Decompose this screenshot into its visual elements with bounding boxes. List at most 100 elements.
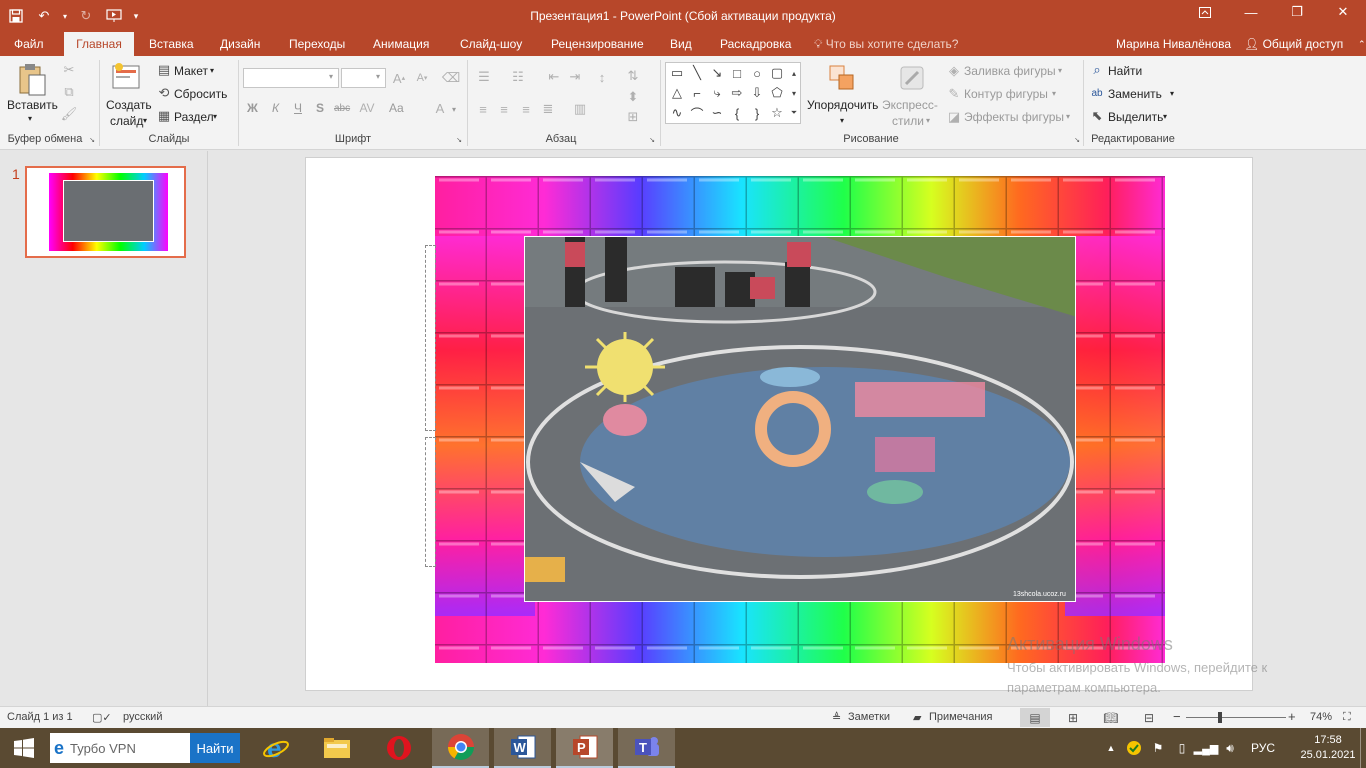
slideshow-view-icon[interactable]: ⊟ bbox=[1134, 708, 1164, 727]
align-right-icon[interactable]: ≡ bbox=[517, 101, 535, 117]
redo-icon[interactable]: ↻ bbox=[74, 4, 98, 28]
zoom-out-icon[interactable]: − bbox=[1173, 709, 1181, 724]
customize-qat-icon[interactable]: ▾ bbox=[130, 4, 142, 28]
spellcheck-icon[interactable]: ▢✓ bbox=[92, 711, 112, 724]
paste-label[interactable]: Вставить bbox=[7, 98, 58, 112]
zoom-slider-thumb[interactable] bbox=[1218, 712, 1222, 723]
tab-file[interactable]: Файл bbox=[4, 32, 54, 56]
tab-storyboard[interactable]: Раскадровка bbox=[710, 32, 801, 56]
file-explorer-icon[interactable] bbox=[308, 728, 365, 768]
ribbon-display-options-icon[interactable] bbox=[1182, 0, 1228, 24]
replace-button[interactable]: Заменить bbox=[1108, 87, 1162, 101]
paste-icon[interactable] bbox=[14, 62, 50, 98]
show-hidden-icons-icon[interactable]: ▲ bbox=[1104, 728, 1118, 768]
shapes-more-icon[interactable]: ⏷ bbox=[788, 105, 800, 121]
character-spacing-icon[interactable]: AV bbox=[356, 99, 378, 117]
replace-dropdown-icon[interactable]: ▾ bbox=[1170, 89, 1174, 98]
align-text-icon[interactable]: ⬍ bbox=[624, 88, 642, 106]
zoom-level[interactable]: 74% bbox=[1310, 711, 1332, 723]
line-shape-icon[interactable]: ╲ bbox=[688, 65, 706, 81]
paragraph-launcher-icon[interactable]: ↘ bbox=[648, 136, 656, 144]
increase-indent-icon[interactable]: ⇥ bbox=[566, 69, 584, 85]
shapes-scroll-down-icon[interactable]: ▾ bbox=[788, 85, 800, 101]
clipboard-launcher-icon[interactable]: ↘ bbox=[88, 136, 96, 144]
curve-shape-icon[interactable]: ∽ bbox=[708, 105, 726, 121]
collapse-ribbon-icon[interactable]: ⌃ bbox=[1348, 32, 1366, 56]
decrease-indent-icon[interactable]: ⇤ bbox=[545, 69, 563, 85]
select-button[interactable]: Выделить bbox=[1108, 110, 1163, 124]
chalk-drawing-photo[interactable]: 13shcola.ucoz.ru bbox=[524, 236, 1076, 602]
italic-button[interactable]: К bbox=[272, 101, 279, 115]
textbox-shape-icon[interactable]: ▭ bbox=[668, 65, 686, 81]
elbow-connector-shape-icon[interactable]: ⌐ bbox=[688, 85, 706, 101]
zoom-slider-track[interactable] bbox=[1186, 717, 1286, 718]
rectangle-shape-icon[interactable]: □ bbox=[728, 65, 746, 81]
teams-app-icon[interactable]: T bbox=[618, 728, 675, 768]
font-size-dropdown-icon[interactable]: ▾ bbox=[376, 72, 380, 81]
align-center-icon[interactable]: ≡ bbox=[495, 101, 513, 117]
fit-slide-icon[interactable]: ⛶ bbox=[1343, 711, 1351, 724]
save-icon[interactable] bbox=[4, 4, 28, 28]
oval-shape-icon[interactable]: ○ bbox=[748, 65, 766, 81]
comments-icon[interactable]: ▰ bbox=[913, 711, 921, 724]
tab-design[interactable]: Дизайн bbox=[210, 32, 270, 56]
slide-sorter-view-icon[interactable]: ⊞ bbox=[1058, 708, 1088, 727]
left-brace-shape-icon[interactable]: { bbox=[728, 105, 746, 121]
internet-explorer-icon[interactable]: e bbox=[247, 728, 304, 768]
vpn-tray-icon[interactable] bbox=[1124, 728, 1144, 768]
content-placeholder-border[interactable] bbox=[425, 437, 436, 567]
volume-icon[interactable]: 🔊︎ bbox=[1220, 728, 1240, 768]
cut-icon[interactable]: ✂ bbox=[60, 62, 78, 78]
new-slide-dropdown-icon[interactable]: ▾ bbox=[143, 116, 147, 125]
section-button[interactable]: Раздел bbox=[174, 110, 214, 124]
tab-view[interactable]: Вид bbox=[660, 32, 702, 56]
taskbar-find-button[interactable]: Найти bbox=[190, 733, 240, 763]
tab-review[interactable]: Рецензирование bbox=[541, 32, 654, 56]
bold-button[interactable]: Ж bbox=[247, 101, 258, 115]
arrange-dropdown-icon[interactable]: ▾ bbox=[840, 116, 844, 125]
notes-icon[interactable]: ≜ bbox=[832, 711, 841, 724]
network-icon[interactable]: ▂▄▆ bbox=[1194, 728, 1219, 768]
copy-icon[interactable]: ⧉ bbox=[60, 84, 78, 100]
find-icon[interactable]: ⌕ bbox=[1089, 62, 1105, 77]
replace-icon[interactable]: ab bbox=[1088, 86, 1106, 100]
freeform-shape-icon[interactable]: ⬠ bbox=[768, 85, 786, 101]
quick-styles-icon[interactable] bbox=[896, 62, 928, 94]
triangle-shape-icon[interactable]: △ bbox=[668, 85, 686, 101]
windows-start-icon[interactable] bbox=[0, 728, 48, 768]
clear-formatting-icon[interactable]: ⌫ bbox=[442, 69, 460, 87]
tab-transitions[interactable]: Переходы bbox=[279, 32, 355, 56]
justify-icon[interactable]: ≣ bbox=[539, 101, 557, 117]
action-flag-icon[interactable]: ⚑ bbox=[1148, 728, 1168, 768]
shape-effects-icon[interactable]: ◪ bbox=[946, 109, 962, 124]
smartart-icon[interactable]: ⊞ bbox=[624, 108, 642, 126]
taskbar-clock[interactable]: 17:58 25.01.2021 bbox=[1298, 733, 1358, 763]
undo-dropdown-icon[interactable]: ▾ bbox=[60, 4, 70, 28]
layout-dropdown-icon[interactable]: ▾ bbox=[210, 66, 214, 75]
drawing-launcher-icon[interactable]: ↘ bbox=[1073, 136, 1081, 144]
quick-styles-dropdown-icon[interactable]: ▾ bbox=[926, 116, 930, 125]
restore-icon[interactable]: ❐ bbox=[1274, 0, 1320, 24]
right-arrow-shape-icon[interactable]: ⇨ bbox=[728, 85, 746, 101]
format-painter-icon[interactable]: 🖌︎ bbox=[60, 106, 78, 122]
shape-outline-button[interactable]: Контур фигуры bbox=[964, 87, 1048, 101]
taskbar-search-box[interactable]: e Турбо VPN bbox=[50, 733, 190, 763]
font-color-icon[interactable]: A bbox=[432, 99, 448, 117]
word-app-icon[interactable]: W bbox=[494, 728, 551, 768]
undo-icon[interactable]: ↶ bbox=[32, 4, 56, 28]
section-icon[interactable]: ▦ bbox=[156, 108, 172, 123]
underline-button[interactable]: Ч bbox=[294, 101, 302, 115]
comments-button[interactable]: Примечания bbox=[929, 711, 993, 723]
numbering-icon[interactable]: ☷ bbox=[508, 69, 528, 85]
reset-button[interactable]: Сбросить bbox=[174, 87, 227, 101]
star-shape-icon[interactable]: ☆ bbox=[768, 105, 786, 121]
shape-effects-dropdown-icon[interactable]: ▾ bbox=[1066, 112, 1070, 121]
show-desktop-button[interactable] bbox=[1360, 728, 1366, 768]
language-indicator[interactable]: русский bbox=[123, 711, 162, 723]
zoom-in-icon[interactable]: + bbox=[1288, 709, 1296, 724]
arrange-icon[interactable] bbox=[826, 62, 858, 94]
down-arrow-shape-icon[interactable]: ⇩ bbox=[748, 85, 766, 101]
paste-dropdown-icon[interactable]: ▾ bbox=[28, 114, 32, 123]
reading-view-icon[interactable]: 📖︎ bbox=[1096, 708, 1126, 727]
close-icon[interactable]: ✕ bbox=[1320, 0, 1366, 24]
